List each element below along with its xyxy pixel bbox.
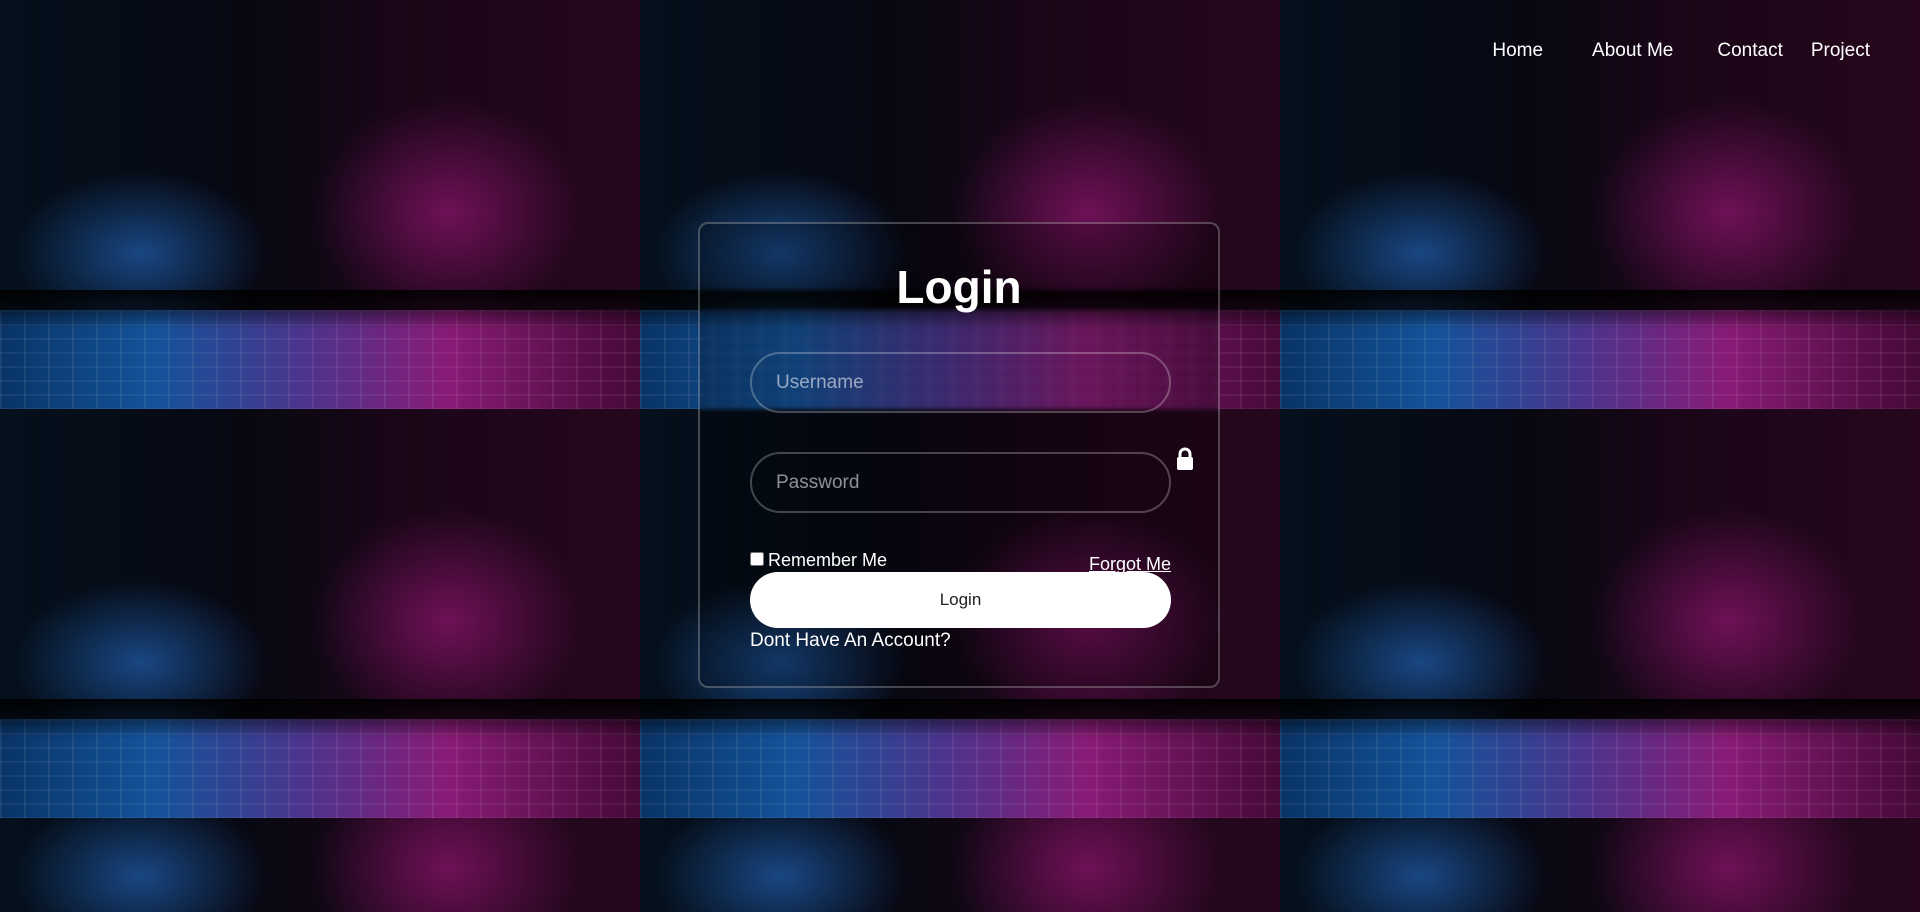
nav-link-about-me[interactable]: About Me bbox=[1592, 40, 1673, 62]
remember-me-checkbox[interactable] bbox=[750, 551, 764, 566]
background-tile bbox=[0, 409, 640, 818]
nav-link-project[interactable]: Project bbox=[1811, 40, 1870, 62]
remember-me[interactable]: Remember Me bbox=[750, 550, 887, 571]
login-page: Home About Me Contact Project Login Reme… bbox=[0, 0, 1920, 912]
background-tile bbox=[1280, 409, 1920, 818]
remember-me-label: Remember Me bbox=[768, 550, 888, 570]
background-tile bbox=[1280, 818, 1920, 912]
background-tile bbox=[0, 0, 640, 409]
login-card: Login Remember Me Forgot Me Login Dont H… bbox=[698, 222, 1220, 688]
password-input[interactable] bbox=[750, 452, 1171, 513]
login-options-row: Remember Me Forgot Me bbox=[750, 550, 1171, 574]
background-tile bbox=[0, 818, 640, 912]
login-title: Login bbox=[896, 261, 1022, 313]
login-button[interactable]: Login bbox=[750, 572, 1171, 628]
background-tile bbox=[640, 818, 1280, 912]
signup-link[interactable]: Dont Have An Account? bbox=[750, 630, 951, 652]
nav-link-home[interactable]: Home bbox=[1492, 40, 1543, 62]
nav-link-contact[interactable]: Contact bbox=[1717, 40, 1782, 62]
username-input[interactable] bbox=[750, 352, 1171, 413]
top-navigation: Home About Me Contact Project bbox=[1492, 40, 1870, 62]
lock-icon bbox=[1173, 446, 1197, 472]
